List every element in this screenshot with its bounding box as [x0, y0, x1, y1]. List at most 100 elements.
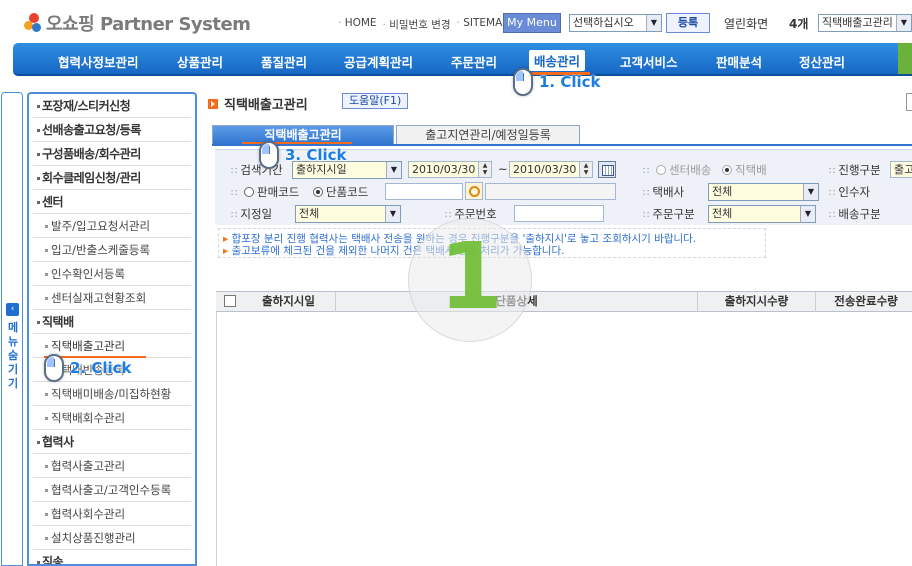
nav-order[interactable]: 주문관리 [451, 52, 497, 71]
nav-partner-info[interactable]: 협력사정보관리 [58, 52, 139, 71]
page-title-text: 직택배출고관리 [224, 98, 308, 113]
direct-delivery-text: 직택배 [735, 163, 767, 177]
nav-product[interactable]: 상품관리 [177, 52, 223, 71]
left-menu-category-partner: 협력사 [33, 430, 191, 454]
sale-code-radio[interactable] [244, 187, 255, 197]
main-nav: 협력사정보관리 상품관리 품질관리 공급계획관리 주문관리 배송관리 고객서비스… [13, 43, 912, 76]
designated-date-label: 지정일 [231, 206, 272, 222]
search-icon[interactable] [465, 182, 483, 200]
item-code-radio-label: 단품코드 [313, 184, 368, 200]
page-tool-button[interactable] [906, 93, 912, 111]
receiver-label: 인수자 [829, 184, 870, 200]
open-screens-label: 열린화면 [724, 17, 769, 31]
center-delivery-radio[interactable] [656, 165, 667, 175]
sale-code-text: 판매코드 [257, 185, 300, 199]
col-header-ship-date[interactable]: 출하지시일 [242, 292, 336, 312]
change-password-link[interactable]: 비밀번호 변경 [383, 17, 450, 32]
menu-hide-label: 메뉴숨기기 [7, 321, 19, 390]
home-link[interactable]: HOME [338, 17, 377, 32]
nav-extra-tab[interactable] [898, 43, 912, 74]
open-screen-select[interactable]: 직택배출고관리 [818, 14, 912, 32]
my-menu-select[interactable]: 선택하십시오 [569, 14, 662, 32]
click-marker-1: 1. Click [513, 68, 601, 96]
click-marker-2: 2. Click [44, 354, 132, 382]
left-menu-category-direct-ship: 직송 [33, 550, 191, 564]
order-type-select[interactable]: 전체 [708, 205, 816, 223]
status-select[interactable]: 출고 [890, 161, 912, 178]
nav-supply-plan[interactable]: 공급계획관리 [344, 52, 413, 71]
item-name-field [485, 183, 616, 200]
left-menu: 포장재/스티커신청 선배송출고요청/등록 구성품배송/회수관리 회수클레임신청/… [27, 92, 197, 566]
status-label: 진행구분 [829, 162, 880, 178]
calendar-icon[interactable] [598, 161, 616, 178]
logo-mark-icon [22, 13, 42, 33]
left-menu-item[interactable]: 구성품배송/회수관리 [33, 142, 191, 166]
top-header: 오쇼핑 Partner System HOME 비밀번호 변경 SITEMAP … [0, 0, 912, 42]
left-menu-item[interactable]: 회수클레임신청/관리 [33, 166, 191, 190]
click-label-1: 1. Click [539, 73, 601, 91]
order-no-input[interactable] [514, 205, 604, 222]
mouse-icon [44, 354, 64, 382]
chevron-left-icon[interactable]: ‹ [6, 303, 19, 316]
nav-sales-analysis[interactable]: 판매분석 [716, 52, 762, 71]
open-screens-count: 4개 [789, 17, 809, 31]
col-header-ship-qty[interactable]: 출하지시수량 [698, 292, 816, 312]
click-marker-3: 3. Click [259, 141, 347, 169]
logo[interactable]: 오쇼핑 Partner System [22, 10, 251, 36]
center-delivery-text: 센터배송 [669, 163, 712, 177]
left-menu-item[interactable]: 설치상품진행관리 [33, 526, 191, 550]
left-menu-item[interactable]: 협력사출고관리 [33, 454, 191, 478]
left-menu-item[interactable]: 직택배회수관리 [33, 406, 191, 430]
mouse-icon [259, 141, 279, 169]
top-links: HOME 비밀번호 변경 SITEMAP [338, 17, 509, 32]
designated-date-select[interactable]: 전체 [295, 205, 401, 223]
nav-quality[interactable]: 품질관리 [261, 52, 307, 71]
click-label-2: 2. Click [70, 359, 132, 377]
direct-delivery-radio[interactable] [722, 165, 732, 175]
mouse-icon [513, 68, 533, 96]
help-button[interactable]: 도움말(F1) [342, 93, 409, 109]
left-menu-item[interactable]: 협력사회수관리 [33, 502, 191, 526]
grid-header: 출하지시일 단품상세 출하지시수량 전송완료수량 [216, 291, 912, 312]
menu-hide-tab[interactable]: ‹ 메뉴숨기기 [1, 92, 23, 566]
left-menu-item[interactable]: 인수확인서등록 [33, 262, 191, 286]
page-title: 직택배출고관리 [208, 94, 308, 113]
left-menu-item[interactable]: 발주/입고요청서관리 [33, 214, 191, 238]
delivery-type-label: 배송구분 [829, 206, 880, 222]
left-menu-item[interactable]: 센터실재고현황조회 [33, 286, 191, 310]
sale-code-radio-label: 판매코드 [231, 184, 299, 200]
left-menu-category-center: 센터 [33, 190, 191, 214]
date-from-input[interactable]: 2010/03/30 [408, 161, 486, 178]
select-all-checkbox[interactable] [224, 295, 236, 307]
tab-delay-management[interactable]: 출고지연관리/예정일등록 [396, 125, 580, 145]
date-separator: ~ [498, 162, 508, 176]
nav-customer-service[interactable]: 고객서비스 [620, 52, 678, 71]
left-menu-item[interactable]: 선배송출고요청/등록 [33, 118, 191, 142]
direct-delivery-radio-label: 직택배 [722, 162, 767, 178]
col-header-sent-qty[interactable]: 전송완료수량 [816, 292, 912, 312]
code-input[interactable] [385, 183, 463, 200]
courier-label: 택배사 [643, 184, 684, 200]
center-delivery-radio-label: 센터배송 [643, 162, 711, 178]
title-arrow-icon [208, 98, 218, 109]
register-button[interactable]: 등록 [666, 13, 710, 33]
left-menu-item[interactable]: 입고/반출스케줄등록 [33, 238, 191, 262]
date-to-spinner[interactable]: ▲ ▼ [579, 161, 593, 178]
item-code-text: 단품코드 [326, 185, 369, 199]
item-code-radio[interactable] [313, 187, 323, 197]
date-from-spinner[interactable]: ▲ ▼ [478, 161, 492, 178]
logo-text: 오쇼핑 Partner System [46, 14, 251, 35]
click-label-3: 3. Click [285, 146, 347, 164]
left-menu-category-direct: 직택배 [33, 310, 191, 334]
left-menu-item[interactable]: 직택배미배송/미집하현황 [33, 382, 191, 406]
courier-select[interactable]: 전체 [708, 183, 819, 201]
my-menu-button[interactable]: My Menu [503, 13, 561, 33]
left-menu-item[interactable]: 포장재/스티커신청 [33, 94, 191, 118]
step-number: 1 [438, 223, 503, 330]
date-to-input[interactable]: 2010/03/30 [509, 161, 587, 178]
order-type-label: 주문구분 [643, 206, 694, 222]
sitemap-link[interactable]: SITEMAP [457, 17, 508, 32]
nav-settlement[interactable]: 정산관리 [799, 52, 845, 71]
left-menu-item[interactable]: 협력사출고/고객인수등록 [33, 478, 191, 502]
grid-body [216, 312, 912, 566]
